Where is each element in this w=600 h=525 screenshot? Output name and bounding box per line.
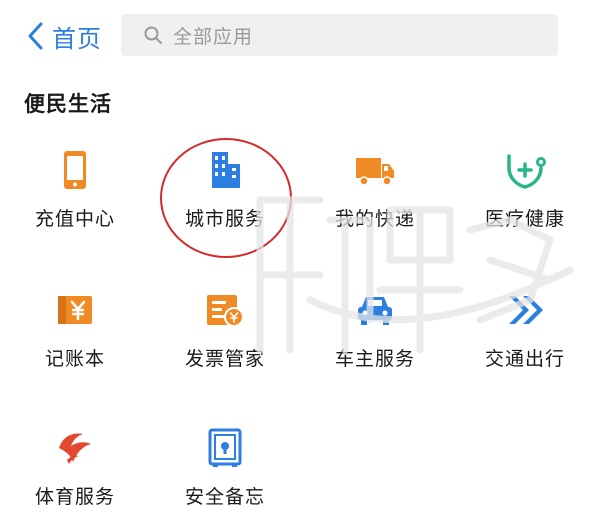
search-icon xyxy=(144,26,162,44)
app-label: 安全备忘 xyxy=(184,486,265,508)
app-tile-car-owner[interactable]: 车主服务 xyxy=(300,278,450,398)
back-label: 首页 xyxy=(52,24,102,53)
app-label: 体育服务 xyxy=(34,486,115,508)
app-label: 我的快递 xyxy=(334,208,415,230)
building-icon xyxy=(212,152,240,188)
app-label: 记账本 xyxy=(44,348,105,370)
search-placeholder: 全部应用 xyxy=(173,25,254,48)
app-tile-invoice[interactable]: 发票管家 xyxy=(150,278,300,398)
app-label: 交通出行 xyxy=(484,348,565,370)
top-bar: 首页 全部应用 xyxy=(0,0,600,72)
double-chevron-icon xyxy=(509,296,543,324)
car-icon xyxy=(358,297,392,325)
phone-icon xyxy=(64,151,86,189)
heart-plus-icon xyxy=(507,154,546,189)
app-label: 医疗健康 xyxy=(484,208,565,230)
app-tile-transport[interactable]: 交通出行 xyxy=(450,278,600,398)
app-label: 发票管家 xyxy=(184,348,265,370)
app-tile-ledger[interactable]: 记账本 xyxy=(0,278,150,398)
app-tile-sports[interactable]: 体育服务 xyxy=(0,416,150,525)
invoice-icon xyxy=(207,295,244,327)
app-tile-express[interactable]: 我的快递 xyxy=(300,138,450,258)
truck-icon xyxy=(356,158,394,186)
ledger-yen-icon xyxy=(58,296,92,324)
search-input[interactable]: 全部应用 xyxy=(121,14,558,56)
app-tile-city-services[interactable]: 城市服务 xyxy=(150,138,300,258)
app-tile-recharge[interactable]: 充值中心 xyxy=(0,138,150,258)
chevron-left-icon xyxy=(28,22,43,50)
app-label: 充值中心 xyxy=(34,208,115,230)
section-title: 便民生活 xyxy=(24,92,112,116)
sports-icon xyxy=(59,433,91,464)
app-label: 车主服务 xyxy=(334,348,415,370)
app-tile-safe-memo[interactable]: 安全备忘 xyxy=(150,416,300,525)
safe-icon xyxy=(208,428,242,467)
app-label: 城市服务 xyxy=(184,208,265,230)
app-tile-medical[interactable]: 医疗健康 xyxy=(450,138,600,258)
back-button[interactable]: 首页 xyxy=(26,16,102,56)
